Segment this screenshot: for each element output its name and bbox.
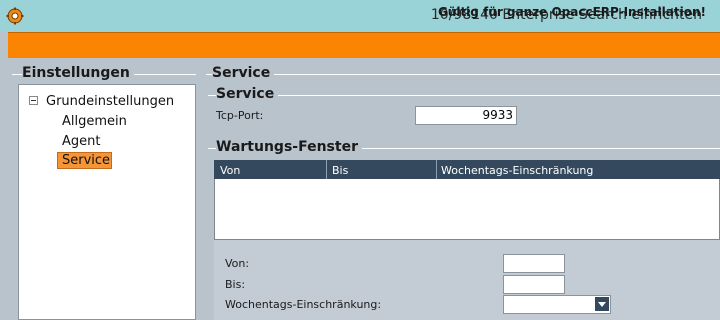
bis-input[interactable]: [503, 275, 565, 294]
column-separator[interactable]: [326, 160, 327, 179]
bis-label: Bis:: [225, 278, 246, 291]
banner-text: Gültig für ganze OpaccERP-Installation!: [437, 5, 706, 19]
section-title: Service: [212, 65, 275, 81]
section-divider: [206, 74, 720, 75]
tree-item-grundeinstellungen[interactable]: Grundeinstellungen: [46, 94, 174, 109]
column-header-von[interactable]: Von: [220, 164, 240, 177]
column-header-wochentags[interactable]: Wochentags-Einschränkung: [441, 164, 593, 177]
von-label: Von:: [225, 257, 250, 270]
service-group-divider: [208, 95, 720, 96]
maintenance-group-title: Wartungs-Fenster: [216, 139, 362, 155]
tree-item-agent[interactable]: Agent: [62, 134, 100, 149]
column-header-bis[interactable]: Bis: [332, 164, 348, 177]
left-panel-title: Einstellungen: [22, 65, 134, 81]
tree-item-allgemein[interactable]: Allgemein: [62, 114, 127, 129]
column-separator[interactable]: [436, 160, 437, 179]
installation-banner: [8, 32, 720, 58]
chevron-down-icon[interactable]: [595, 297, 609, 311]
von-input[interactable]: [503, 254, 565, 273]
tcp-port-label: Tcp-Port:: [216, 109, 264, 122]
service-group-title: Service: [216, 86, 279, 102]
wochentags-label: Wochentags-Einschränkung:: [225, 298, 382, 311]
tree-item-service[interactable]: Service: [62, 153, 110, 168]
collapse-minus-icon[interactable]: [29, 96, 38, 105]
tcp-port-input[interactable]: 9933: [415, 106, 517, 125]
gear-icon[interactable]: [6, 7, 24, 25]
